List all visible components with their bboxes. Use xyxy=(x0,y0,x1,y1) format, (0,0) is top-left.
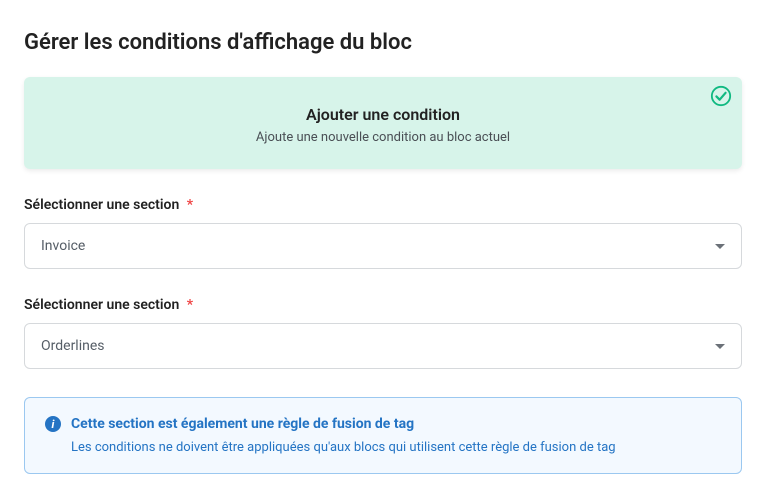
check-icon xyxy=(710,85,732,107)
section-select-value: Orderlines xyxy=(41,338,105,354)
section-label: Sélectionner une section * xyxy=(24,197,742,213)
info-panel: i Cette section est également une règle … xyxy=(24,397,742,474)
chevron-down-icon xyxy=(715,244,725,249)
section-label-text: Sélectionner une section xyxy=(24,197,179,213)
add-condition-subtitle: Ajoute une nouvelle condition au bloc ac… xyxy=(44,130,722,145)
info-icon: i xyxy=(45,416,61,432)
add-condition-title: Ajouter une condition xyxy=(44,105,722,124)
section-select-value: Invoice xyxy=(41,238,85,254)
required-mark: * xyxy=(187,297,193,313)
section-label-text: Sélectionner une section xyxy=(24,297,179,313)
info-body: Les conditions ne doivent être appliquée… xyxy=(71,440,721,455)
info-title: Cette section est également une règle de… xyxy=(71,416,414,432)
section-label: Sélectionner une section * xyxy=(24,297,742,313)
section-select-orderlines[interactable]: Orderlines xyxy=(24,323,742,369)
chevron-down-icon xyxy=(715,344,725,349)
add-condition-panel[interactable]: Ajouter une condition Ajoute une nouvell… xyxy=(24,77,742,169)
section-select-invoice[interactable]: Invoice xyxy=(24,223,742,269)
required-mark: * xyxy=(187,197,193,213)
page-title: Gérer les conditions d'affichage du bloc xyxy=(24,30,742,55)
